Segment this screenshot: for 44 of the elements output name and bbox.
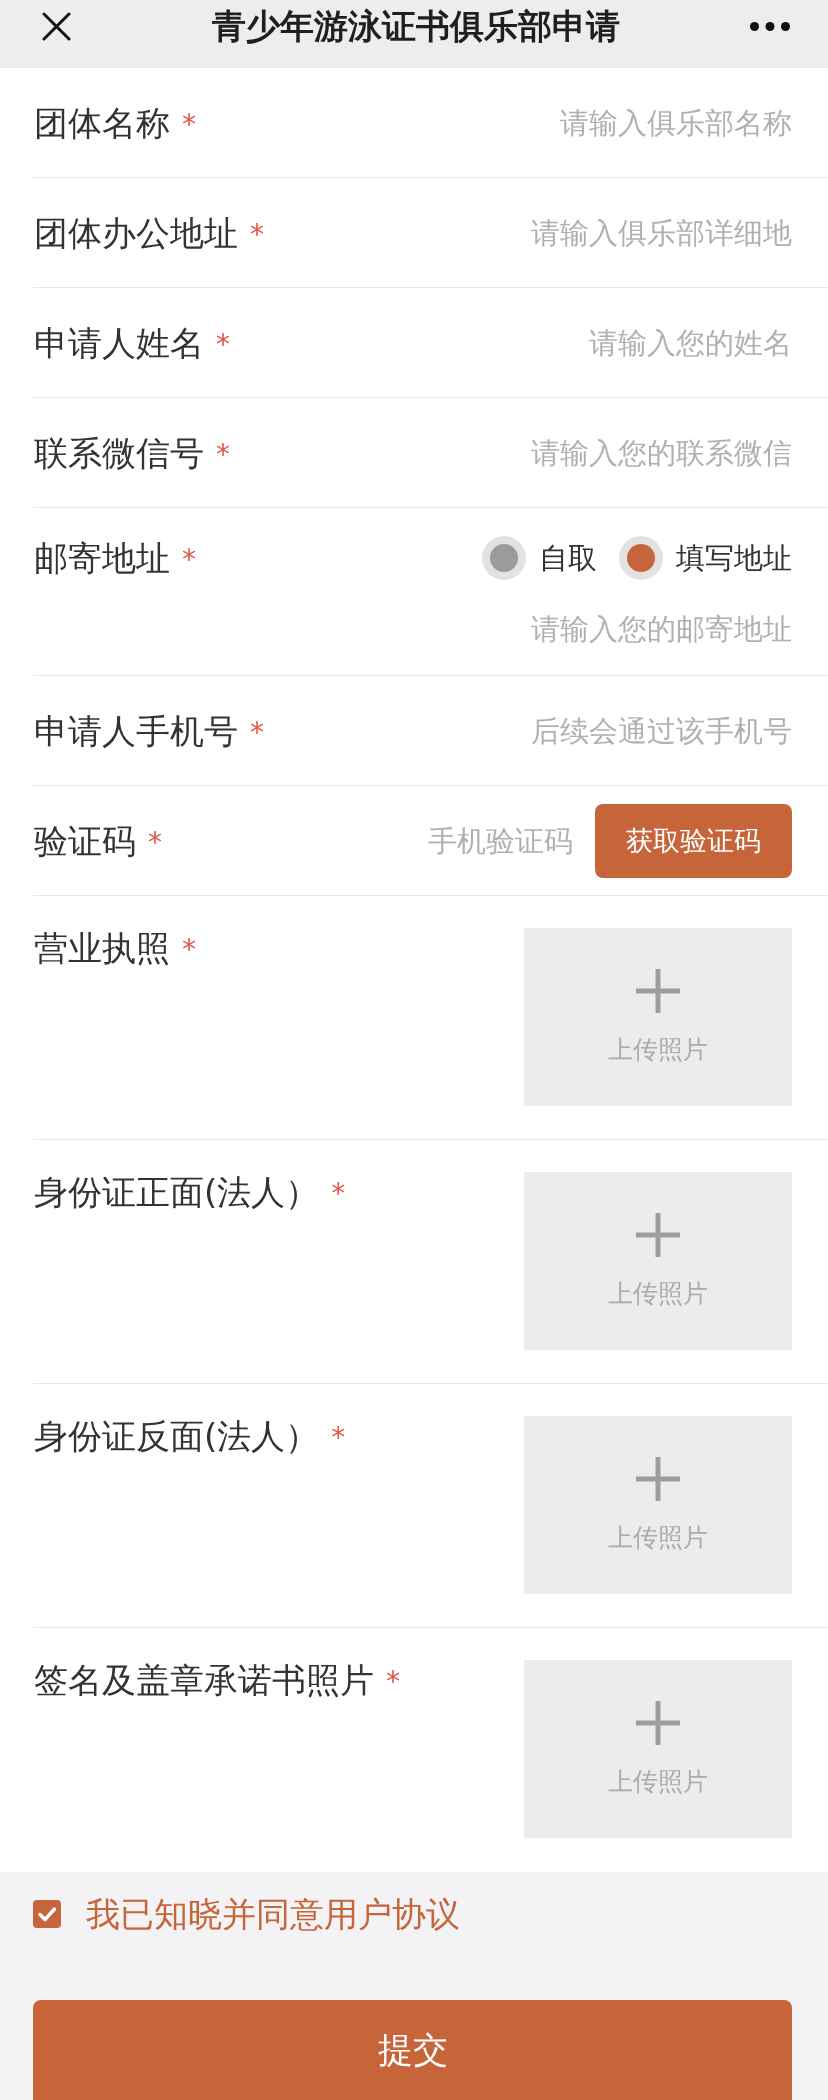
required-mark: * [182, 546, 196, 574]
code-field[interactable]: 手机验证码 [178, 818, 573, 863]
required-mark: * [182, 936, 196, 964]
required-mark: * [331, 1180, 346, 1208]
field-label: 申请人姓名 [34, 321, 204, 365]
get-code-button[interactable]: 获取验证码 [595, 803, 792, 878]
agreement-text: 我已知晓并同意用户协议 [86, 1893, 460, 1936]
field-label: 验证码 [34, 819, 136, 863]
field-label: 联系微信号 [34, 431, 204, 475]
input-field[interactable]: 请输入您的姓名 [246, 320, 792, 365]
radio-icon[interactable] [619, 536, 663, 580]
plus-icon [636, 1701, 680, 1745]
plus-icon [636, 969, 680, 1013]
required-mark: * [250, 220, 264, 249]
required-mark: * [216, 440, 230, 469]
plus-icon [636, 1213, 680, 1257]
radio-option[interactable]: 填写地址 [619, 536, 792, 580]
input-field[interactable]: 请输入俱乐部详细地 [280, 210, 792, 255]
field-label: 邮寄地址 [34, 537, 170, 580]
page-title: 青少年游泳证书俱乐部申请 [212, 5, 620, 48]
field-label: 营业执照 [34, 927, 170, 970]
required-mark: * [331, 1424, 346, 1452]
field-label: 申请人手机号 [34, 709, 238, 753]
required-mark: * [386, 1668, 400, 1696]
required-mark: * [216, 330, 230, 359]
address-field[interactable]: 请输入您的邮寄地址 [196, 607, 792, 651]
radio-option[interactable]: 自取 [482, 536, 597, 580]
input-field[interactable]: 请输入俱乐部名称 [212, 100, 792, 145]
checkbox[interactable] [33, 1900, 61, 1928]
required-mark: * [182, 110, 196, 139]
close-icon[interactable] [42, 11, 71, 41]
input-field[interactable]: 后续会通过该手机号 [280, 708, 792, 753]
radio-icon[interactable] [482, 536, 526, 580]
field-label: 团体名称 [34, 101, 170, 145]
field-label: 签名及盖章承诺书照片 [34, 1659, 374, 1702]
input-field[interactable]: 请输入您的联系微信 [246, 430, 792, 475]
required-mark: * [148, 828, 162, 857]
field-label: 身份证反面(法人） [34, 1415, 320, 1458]
field-label: 团体办公地址 [34, 211, 238, 255]
plus-icon [636, 1457, 680, 1501]
field-label: 身份证正面(法人） [34, 1171, 320, 1214]
submit-button[interactable]: 提交 [33, 2000, 792, 2100]
more-icon[interactable] [750, 21, 790, 31]
required-mark: * [250, 718, 264, 747]
